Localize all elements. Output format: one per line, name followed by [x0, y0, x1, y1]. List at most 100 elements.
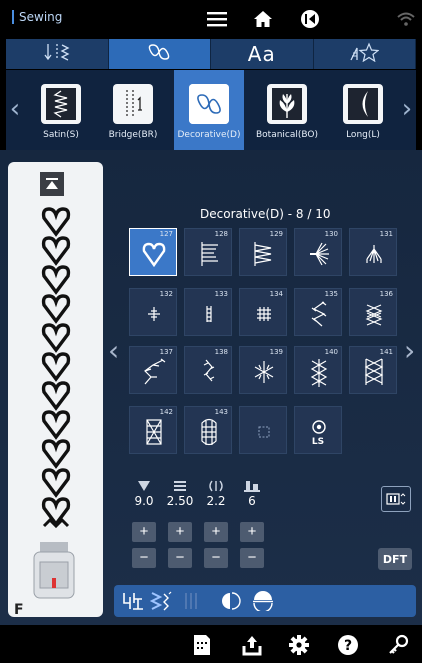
help-icon[interactable]: ? [336, 633, 360, 657]
stitch-cell[interactable]: 128 [184, 228, 232, 276]
stitch-simulation [41, 207, 71, 529]
width-minus-button[interactable]: − [132, 548, 156, 568]
zigzag-comb-stitch-icon [254, 242, 272, 266]
subcategory-label: Bridge(BR) [108, 130, 158, 140]
mirror-vertical-icon [180, 590, 202, 612]
stitch-number: 129 [269, 230, 283, 238]
tab-utility[interactable] [6, 39, 109, 69]
utility-stitch-icon [44, 42, 70, 66]
stitch-heart [41, 236, 71, 266]
export-icon[interactable] [240, 633, 264, 657]
presser-foot-icon [26, 542, 82, 602]
tab-decorative[interactable] [108, 39, 211, 69]
stitch-number: 136 [379, 290, 393, 298]
stitch-cell[interactable]: 143 [184, 406, 232, 454]
spacing-plus-button[interactable]: + [204, 522, 228, 542]
stitch-cell[interactable]: 132 [129, 288, 177, 336]
stitch-number: 139 [269, 348, 283, 356]
elongation-icon[interactable] [150, 590, 172, 612]
subcategory-label: Decorative(D) [177, 130, 241, 140]
stitch-heart [41, 381, 71, 411]
needle-position-icon[interactable] [122, 590, 144, 612]
subcategory-decorative[interactable]: Decorative(D) [174, 70, 244, 150]
presser-foot-letter: F [14, 602, 24, 617]
tension-plus-button[interactable]: + [240, 522, 264, 542]
stitch-cell[interactable]: 141 [349, 346, 397, 394]
tab-favorites[interactable] [314, 39, 416, 69]
stitch-favorites-icon [349, 42, 380, 66]
home-icon[interactable] [250, 8, 276, 30]
stitch-cell[interactable]: 129 [239, 228, 287, 276]
pattern-flip-icon[interactable] [252, 590, 274, 612]
subcategory-prev-arrow[interactable]: ‹ [8, 94, 22, 124]
subcategory-satin[interactable]: Satin(S) [26, 70, 96, 150]
param-value: 9.0 [134, 494, 154, 508]
stitch-length-icon [174, 481, 186, 491]
stitch-heart [41, 439, 71, 469]
decorative-stitch-icon [189, 84, 229, 124]
botanical-stitch-icon [267, 84, 307, 124]
stitch-heart [41, 497, 71, 527]
empty-slot-icon [258, 426, 270, 438]
stitch-heart [41, 294, 71, 324]
character-font-icon: Aa [247, 42, 276, 66]
stitch-cell[interactable]: 127 [129, 228, 177, 276]
stitch-cell[interactable]: 142 [129, 406, 177, 454]
stitch-cell[interactable]: 133 [184, 288, 232, 336]
subcategory-bridge[interactable]: Bridge(BR) [98, 70, 168, 150]
pattern-sheet-icon[interactable] [190, 633, 214, 657]
subcategory-botanical[interactable]: Botanical(BO) [252, 70, 322, 150]
stitch-cell[interactable]: 136 [349, 288, 397, 336]
length-minus-button[interactable]: − [168, 548, 192, 568]
default-button[interactable]: DFT [378, 548, 412, 570]
stitch-cell[interactable]: 139 [239, 346, 287, 394]
back-icon[interactable] [297, 8, 323, 30]
tab-character[interactable]: Aa [211, 39, 314, 69]
length-plus-button[interactable]: + [168, 522, 192, 542]
branch-stitch-icon [144, 358, 166, 385]
svg-text:?: ? [344, 638, 352, 654]
stitch-cell[interactable] [239, 406, 287, 454]
subcategory-label: Botanical(BO) [255, 130, 318, 140]
stitch-memory-button[interactable] [381, 486, 411, 512]
bottom-bar: ? [0, 625, 422, 663]
stitch-cell[interactable]: 135 [294, 288, 342, 336]
stitch-heart [41, 207, 71, 237]
menu-icon[interactable] [204, 8, 230, 30]
param-value: 2.2 [206, 494, 226, 508]
snowflake-stitch-icon [254, 361, 274, 383]
stitch-number: 133 [214, 290, 228, 298]
settings-icon[interactable] [287, 633, 311, 657]
stitch-number: 131 [379, 230, 393, 238]
subcategory-bar: ‹ Satin(S) Bridge(BR) Decorative(D) Bota… [6, 70, 416, 150]
spacing-minus-button[interactable]: − [204, 548, 228, 568]
stitch-cell[interactable]: 138 [184, 346, 232, 394]
width-plus-button[interactable]: + [132, 522, 156, 542]
crown-stitch-icon [366, 245, 382, 263]
stitch-cell[interactable]: 140 [294, 346, 342, 394]
stitch-cell[interactable]: 137 [129, 346, 177, 394]
stitch-cell[interactable]: LS [294, 406, 342, 454]
heart-stitch-icon [142, 242, 166, 268]
stitch-cell[interactable]: 130 [294, 228, 342, 276]
stitch-cell[interactable]: 131 [349, 228, 397, 276]
subcategory-next-arrow[interactable]: › [400, 94, 414, 124]
tension-minus-button[interactable]: − [240, 548, 264, 568]
stitch-number: 132 [159, 290, 173, 298]
stitch-number: 143 [214, 408, 228, 416]
mirror-image-icon[interactable] [220, 590, 242, 612]
page-next-arrow[interactable]: › [404, 336, 415, 366]
key-icon[interactable] [386, 633, 410, 657]
scroll-top-button[interactable] [40, 172, 64, 196]
satin-stitch-icon [41, 84, 81, 124]
cross-stitch-icon [148, 307, 160, 321]
stitch-number: 130 [324, 230, 338, 238]
edit-toolbar [114, 585, 416, 617]
stitch-cell[interactable]: 134 [239, 288, 287, 336]
category-tabs: Aa [6, 39, 416, 69]
stitch-number: 127 [159, 230, 173, 238]
subcategory-long[interactable]: Long(L) [328, 70, 398, 150]
stitch-number: 141 [379, 348, 393, 356]
page-prev-arrow[interactable]: ‹ [108, 336, 119, 366]
param-value: 6 [248, 494, 256, 508]
